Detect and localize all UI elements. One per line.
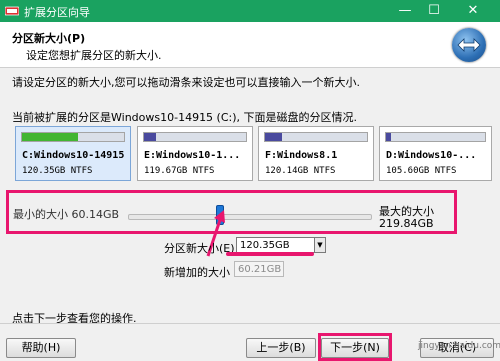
usage-bar-fill <box>386 133 391 141</box>
watermark: jingyan.baidu.com <box>418 341 500 351</box>
slider-highlight-annotation <box>6 190 457 234</box>
partition-card-e[interactable]: E:Windows10-1... 119.67GB NTFS <box>137 126 253 181</box>
title-bar: 扩展分区向导 — ☐ ✕ <box>0 0 500 22</box>
close-button[interactable]: ✕ <box>460 2 486 20</box>
input-underline-annotation <box>226 252 314 256</box>
page-subtitle: 设定您想扩展分区的新大小. <box>26 49 162 62</box>
unit-dropdown-icon[interactable]: ▼ <box>314 237 326 253</box>
footer-divider <box>0 323 500 324</box>
added-size-value: 60.21GB <box>234 261 284 277</box>
usage-bar <box>385 132 486 142</box>
partition-card-c[interactable]: C:Windows10-14915 120.35GB NTFS <box>15 126 131 181</box>
new-size-input[interactable]: 120.35GB <box>236 237 316 253</box>
current-partition-info: 当前被扩展的分区是Windows10-14915 (C:), 下面是磁盘的分区情… <box>12 111 358 124</box>
usage-bar <box>143 132 247 142</box>
resize-logo-icon <box>452 28 486 62</box>
back-button[interactable]: 上一步(B) <box>246 338 316 358</box>
help-button[interactable]: 帮助(H) <box>6 338 76 358</box>
partition-size: 120.14GB NTFS <box>265 166 336 176</box>
partition-name: D:Windows10-... <box>386 150 477 161</box>
partition-size: 105.60GB NTFS <box>386 166 457 176</box>
wizard-header: 分区新大小(P) 设定您想扩展分区的新大小. <box>0 22 500 68</box>
usage-bar-fill <box>22 133 79 141</box>
page-title: 分区新大小(P) <box>12 32 86 45</box>
usage-bar <box>21 132 125 142</box>
usage-bar-fill <box>265 133 283 141</box>
app-icon <box>5 6 19 16</box>
partition-size: 120.35GB NTFS <box>22 166 93 176</box>
usage-bar-fill <box>144 133 157 141</box>
partition-name: E:Windows10-1... <box>144 150 241 161</box>
instruction-text: 请设定分区的新大小,您可以拖动滑条来设定也可以直接输入一个新大小. <box>12 76 360 89</box>
maximize-button[interactable]: ☐ <box>421 2 447 20</box>
window-title: 扩展分区向导 <box>24 6 90 19</box>
added-size-label: 新增加的大小 <box>164 266 230 279</box>
partition-name: F:Windows8.1 <box>265 150 338 161</box>
minimize-button[interactable]: — <box>392 2 418 20</box>
new-size-label: 分区新大小(E) <box>164 242 235 255</box>
partition-card-f[interactable]: F:Windows8.1 120.14GB NTFS <box>258 126 374 181</box>
partition-name: C:Windows10-14915 <box>22 150 125 161</box>
partition-card-d[interactable]: D:Windows10-... 105.60GB NTFS <box>379 126 492 181</box>
partition-size: 119.67GB NTFS <box>144 166 215 176</box>
usage-bar <box>264 132 368 142</box>
